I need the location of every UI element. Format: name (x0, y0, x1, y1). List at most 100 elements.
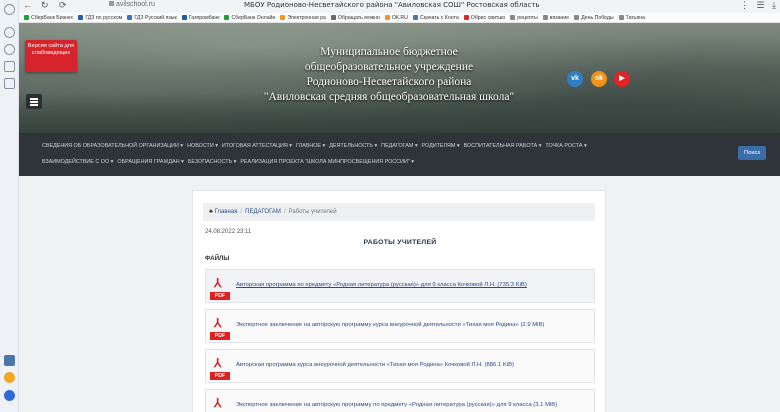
yandex-icon[interactable] (4, 4, 15, 15)
bookmark-favicon-icon (24, 15, 29, 20)
file-link[interactable]: Экспертное заключение на авторскую прогр… (236, 402, 557, 408)
bookmark-item[interactable]: Обращать можно (330, 13, 380, 22)
file-item[interactable]: ⅄ PDF Авторская программа курса внеурочно… (205, 349, 595, 383)
menu-item[interactable]: БЕЗОПАСНОСТЬ ▾ (188, 159, 236, 165)
window-controls[interactable]: ⋮ ☰ ⤓ (740, 0, 776, 11)
ok-app-icon[interactable] (4, 372, 15, 383)
tab-title: МБОУ Родионово-Несветайского района "Ави… (244, 1, 540, 9)
files-heading: ФАЙЛЫ (205, 255, 230, 262)
bookmark-label: Скачать с Конта (419, 15, 459, 21)
bookmark-item[interactable]: Газпромбанк (181, 13, 220, 22)
bookmark-favicon-icon (127, 15, 133, 20)
bookmark-favicon-icon (384, 15, 390, 20)
bookmark-item[interactable]: рецепты (510, 13, 538, 22)
breadcrumb-section[interactable]: ПЕДАГОГАМ (245, 209, 281, 215)
menu-item[interactable]: НОВОСТИ ▾ (187, 143, 218, 149)
school-title: Муниципальное бюджетное общеобразователь… (219, 45, 559, 105)
bookmark-label: ГДЗ по русском (85, 15, 123, 21)
bookmark-item[interactable]: СберБанк Онлайн (224, 13, 276, 22)
bookmark-label: Обращать можно (337, 15, 380, 21)
main-menu: СВЕДЕНИЯ ОБ ОБРАЗОВАТЕЛЬНОЙ ОРГАНИЗАЦИИ … (19, 133, 780, 176)
file-link[interactable]: Авторская программа по предмету «Родная … (236, 282, 527, 288)
bookmark-favicon-icon (412, 15, 418, 20)
bookmark-item[interactable]: Обрис свитшо (463, 13, 506, 22)
bookmark-label: Газпромбанк (188, 15, 220, 21)
search-button[interactable]: Поиск (738, 146, 766, 160)
history-icon[interactable] (4, 27, 15, 38)
browser-sidebar-dock (0, 0, 19, 412)
bookmark-favicon-icon (78, 15, 84, 20)
vk-icon[interactable]: vk (567, 71, 583, 87)
back-icon[interactable]: ← (23, 0, 32, 10)
url-text: avilschool.ru (116, 1, 155, 8)
hamburger-menu-icon[interactable] (26, 94, 42, 109)
bookmark-label: вязание (549, 15, 570, 21)
reload-icon[interactable]: ⟳ (59, 0, 67, 11)
bookmark-label: СберБанк Онлайн (231, 15, 276, 21)
collections-icon[interactable] (4, 61, 15, 72)
bookmark-label: День Победы (581, 15, 614, 21)
file-item[interactable]: ⅄PDF Экспертное заключение на авторскую … (205, 389, 595, 412)
bookmark-favicon-icon (463, 15, 469, 20)
pdf-icon: ⅄PDF (214, 396, 222, 410)
youtube-icon[interactable]: ▶ (614, 71, 630, 87)
menu-item[interactable]: СВЕДЕНИЯ ОБ ОБРАЗОВАТЕЛЬНОЙ ОРГАНИЗАЦИИ … (42, 143, 183, 149)
bookmark-favicon-icon (542, 15, 548, 20)
accessible-version-button[interactable]: Версия сайта для слабовидящих (25, 40, 77, 72)
menu-item[interactable]: ПЕДАГОГАМ ▾ (381, 143, 417, 149)
school-title-line: Родионово-Несветайского района (306, 76, 472, 88)
browser-window: ← ↻ ⟳ avilschool.ru МБОУ Родионово-Несве… (0, 0, 780, 412)
ok-icon[interactable]: ok (591, 71, 607, 87)
bookmark-item[interactable]: СберБанк Бизнес (24, 13, 73, 22)
menu-item[interactable]: ВОСПИТАТЕЛЬНАЯ РАБОТА ▾ (464, 143, 542, 149)
bookmark-item[interactable]: ГДЗ Русский язык (127, 13, 177, 22)
menu-item[interactable]: ВЗАИМОДЕЙСТВИЕ С ОО ▾ (42, 159, 113, 165)
refresh-icon[interactable]: ↻ (41, 0, 49, 11)
content-card: ♣ Главная / ПЕДАГОГАМ / Работы учителей 24.0… (192, 190, 606, 412)
bookmark-favicon-icon (618, 15, 624, 20)
main-menu-row: СВЕДЕНИЯ ОБ ОБРАЗОВАТЕЛЬНОЙ ОРГАНИЗАЦИИ … (42, 143, 591, 149)
bookmark-item[interactable]: ОК.RU (384, 13, 408, 22)
bookmark-item[interactable]: Татьяна (618, 13, 645, 22)
breadcrumb-current: Работы учителей (288, 209, 337, 215)
bookmark-item[interactable]: День Победы (574, 13, 614, 22)
tabs-icon[interactable] (4, 78, 15, 89)
menu-item[interactable]: РЕАЛИЗАЦИЯ ПРОЕКТА "ШКОЛА МИНПРОСВЕЩЕНИЯ… (240, 159, 414, 165)
bookmark-item[interactable]: ГДЗ по русском (78, 13, 123, 22)
menu-item[interactable]: РОДИТЕЛЯМ ▾ (422, 143, 460, 149)
clock-icon[interactable] (4, 44, 15, 55)
bookmark-favicon-icon (574, 15, 580, 20)
bookmark-item[interactable]: Скачать с Конта (412, 13, 459, 22)
address-bar[interactable]: avilschool.ru (109, 1, 155, 8)
breadcrumb-home[interactable]: Главная (215, 209, 238, 215)
page-body: ♣ Главная / ПЕДАГОГАМ / Работы учителей 24.0… (19, 176, 780, 412)
pdf-icon: ⅄PDF (210, 356, 230, 380)
school-title-line: общеобразовательное учреждение (304, 61, 474, 73)
file-link[interactable]: Авторская программа курса внеурочной дея… (236, 362, 514, 368)
file-item[interactable]: ⅄ PDF Авторская программа по предмету «Ро… (205, 269, 595, 303)
bookmark-favicon-icon (510, 15, 516, 20)
bookmark-label: рецепты (517, 15, 538, 21)
file-item[interactable]: ⅄PDF Экспертное заключение на авторскую … (205, 309, 595, 343)
bookmark-label: Обрис свитшо (470, 15, 506, 21)
vk-app-icon[interactable] (4, 355, 15, 366)
bookmark-label: ОК.RU (391, 15, 408, 21)
bookmark-label: Татьяна (625, 15, 645, 21)
menu-item[interactable]: ОБРАЩЕНИЯ ГРАЖДАН ▾ (117, 159, 183, 165)
bookmark-favicon-icon (280, 15, 286, 20)
menu-item[interactable]: ДЕЯТЕЛЬНОСТЬ ▾ (329, 143, 377, 149)
publish-datetime: 24.08.2022 23:11 (205, 229, 252, 235)
site-header: Версия сайта для слабовидящих Муниципаль… (19, 23, 780, 133)
menu-item[interactable]: ГЛАВНОЕ ▾ (296, 143, 325, 149)
file-link[interactable]: Экспертное заключение на авторскую прогр… (236, 322, 544, 328)
bookmark-item[interactable]: Электронная ра (280, 13, 326, 22)
bookmarks-bar: СберБанк Бизнес ГДЗ по русском ГДЗ Русский… (19, 13, 780, 23)
alice-icon[interactable] (4, 390, 15, 401)
bookmark-favicon-icon (330, 15, 336, 20)
menu-item[interactable]: ИТОГОВАЯ АТТЕСТАЦИЯ ▾ (222, 143, 292, 149)
menu-item[interactable]: ТОЧКА РОСТА ▾ (545, 143, 586, 149)
page-title: РАБОТЫ УЧИТЕЛЕЙ (363, 239, 437, 246)
bookmark-item[interactable]: вязание (542, 13, 570, 22)
school-title-line: "Авиловская средняя общеобразовательная … (263, 91, 515, 103)
breadcrumb: ♣ Главная / ПЕДАГОГАМ / Работы учителей (203, 203, 595, 221)
